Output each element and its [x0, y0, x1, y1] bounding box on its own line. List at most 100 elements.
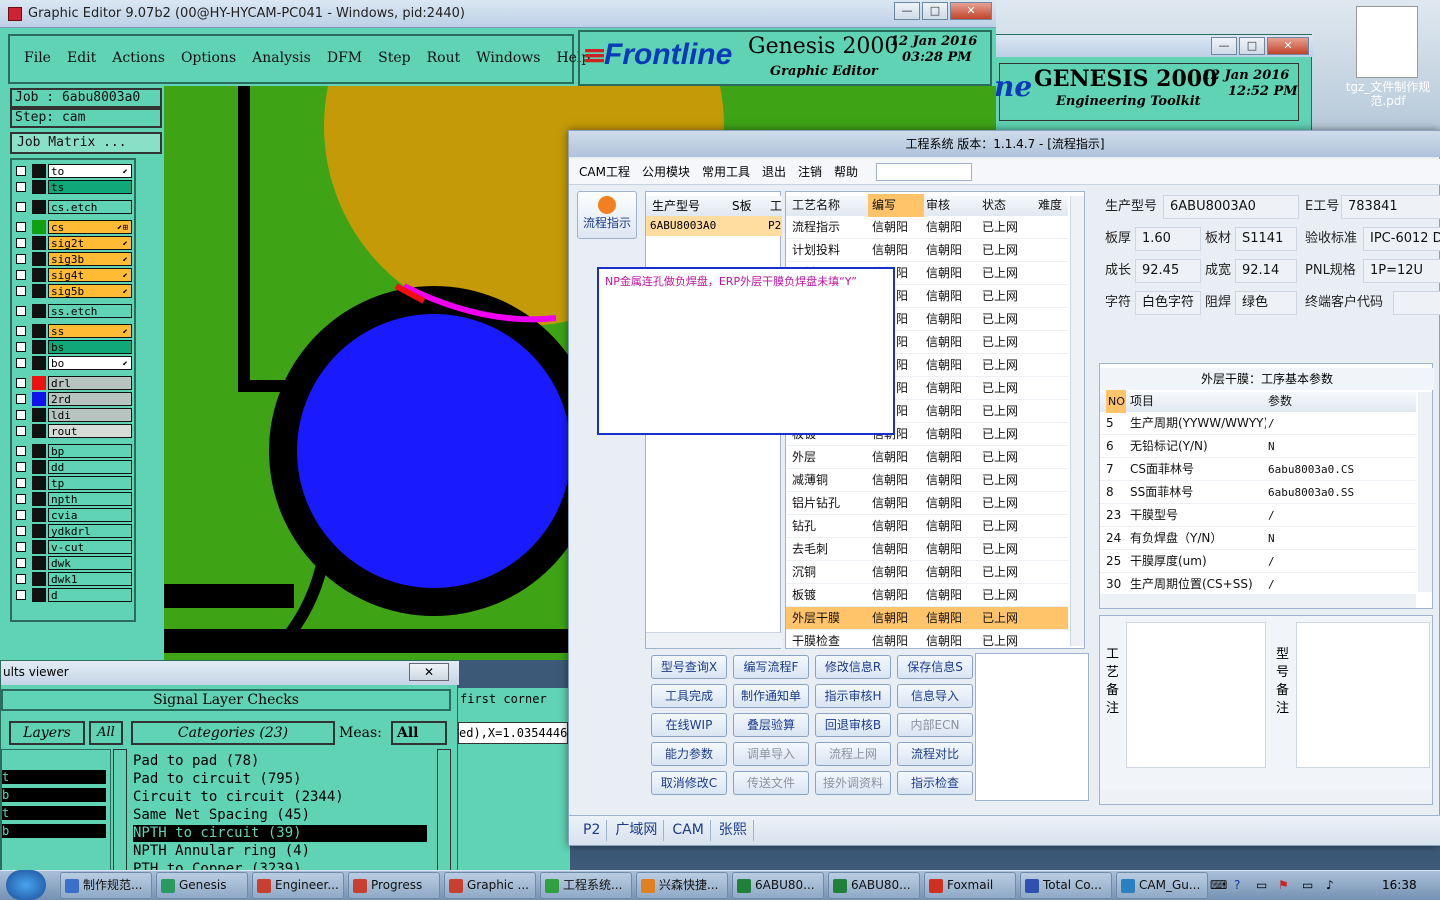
- layer-checkbox[interactable]: [16, 590, 26, 600]
- taskbar-button[interactable]: Genesis: [156, 872, 248, 899]
- cam-menu-item[interactable]: 常用工具: [702, 163, 750, 180]
- info-field[interactable]: 1.60: [1135, 227, 1201, 251]
- category-item[interactable]: Same Net Spacing (45): [133, 807, 427, 824]
- table-header-cell[interactable]: 工艺名称: [792, 194, 844, 217]
- table-row[interactable]: 减薄铜 信朝阳 信朝阳 已上网: [786, 469, 1068, 492]
- layer-checkbox[interactable]: [16, 254, 26, 264]
- taskbar-button[interactable]: 工程系统...: [540, 872, 632, 899]
- param-row[interactable]: 6 无铅标记(Y/N) N: [1100, 435, 1416, 458]
- info-field[interactable]: 6ABU8003A0: [1163, 195, 1299, 219]
- taskbar-button[interactable]: 6ABU80...: [828, 872, 920, 899]
- action-button[interactable]: 取消修改C: [651, 771, 727, 795]
- action-button[interactable]: 型号查询X: [651, 655, 727, 679]
- table-row[interactable]: 计划投料 信朝阳 信朝阳 已上网: [786, 239, 1068, 262]
- layer-row[interactable]: sig3b ⬋: [14, 252, 132, 266]
- table-header-cell[interactable]: 编写: [868, 194, 924, 217]
- action-button[interactable]: 修改信息R: [815, 655, 891, 679]
- layer-row[interactable]: to ⬋: [14, 164, 132, 178]
- action-button[interactable]: 调单导入: [733, 742, 809, 766]
- table-row[interactable]: 板镀 信朝阳 信朝阳 已上网: [786, 584, 1068, 607]
- layer-checkbox[interactable]: [16, 526, 26, 536]
- action-button[interactable]: 传送文件: [733, 771, 809, 795]
- table-row[interactable]: 铝片钻孔 信朝阳 信朝阳 已上网: [786, 492, 1068, 515]
- pdf-file-icon[interactable]: [1356, 6, 1418, 78]
- notes-box[interactable]: [975, 653, 1089, 801]
- taskbar-button[interactable]: 制作规范...: [60, 872, 152, 899]
- menu-analysis[interactable]: Analysis: [244, 50, 319, 66]
- action-button[interactable]: 叠层验算: [733, 713, 809, 737]
- taskbar-button[interactable]: Total Co...: [1020, 872, 1112, 899]
- cam-menu-item[interactable]: 帮助: [834, 163, 858, 180]
- layer-checkbox[interactable]: [16, 306, 26, 316]
- layer-checkbox[interactable]: [16, 494, 26, 504]
- layer-checkbox[interactable]: [16, 222, 26, 232]
- rv-category-scrollbar[interactable]: [437, 749, 451, 873]
- list-header-cell[interactable]: 生产型号: [652, 196, 700, 216]
- taskbar-button[interactable]: 6ABU80...: [732, 872, 824, 899]
- table-row[interactable]: 外层干膜 信朝阳 信朝阳 已上网: [786, 607, 1068, 630]
- layer-row[interactable]: ss ⬋: [14, 324, 132, 338]
- info-field[interactable]: 783841: [1341, 195, 1440, 219]
- table-row[interactable]: 外层 信朝阳 信朝阳 已上网: [786, 446, 1068, 469]
- close-button[interactable]: ✕: [950, 2, 992, 20]
- layer-checkbox[interactable]: [16, 270, 26, 280]
- taskbar-button[interactable]: Progress: [348, 872, 440, 899]
- maximize-button[interactable]: □: [1239, 37, 1265, 55]
- process-table-scrollbar[interactable]: [1070, 196, 1084, 646]
- cam-menu-item[interactable]: 注销: [798, 163, 822, 180]
- action-button[interactable]: 保存信息S: [897, 655, 973, 679]
- rv-layer-item[interactable]: t: [2, 770, 106, 784]
- layer-checkbox[interactable]: [16, 394, 26, 404]
- info-field[interactable]: [1393, 291, 1440, 315]
- remarks-hscroll[interactable]: [1100, 790, 1432, 804]
- maximize-button[interactable]: □: [922, 2, 948, 20]
- flow-indicator-button[interactable]: 流程指示: [577, 191, 637, 239]
- info-field[interactable]: 1P=12U: [1363, 259, 1440, 283]
- layer-row[interactable]: dwk: [14, 556, 132, 570]
- layer-row[interactable]: 2rd: [14, 392, 132, 406]
- category-item[interactable]: NPTH to circuit (39): [133, 825, 427, 842]
- info-field[interactable]: IPC-6012 D: [1363, 227, 1440, 251]
- layer-row[interactable]: bp: [14, 444, 132, 458]
- info-field[interactable]: 绿色: [1235, 291, 1297, 315]
- meas-select[interactable]: All: [391, 721, 447, 745]
- action-button[interactable]: 接外调资料: [815, 771, 891, 795]
- menu-step[interactable]: Step: [370, 50, 418, 66]
- action-button[interactable]: 编写流程F: [733, 655, 809, 679]
- keyboard-icon[interactable]: ⌨: [1210, 872, 1227, 899]
- layer-row[interactable]: dwk1: [14, 572, 132, 586]
- action-button[interactable]: 在线WIP: [651, 713, 727, 737]
- cam-menu-item[interactable]: 公用模块: [642, 163, 690, 180]
- layer-row[interactable]: sig5b ⬋: [14, 284, 132, 298]
- layer-row[interactable]: drl: [14, 376, 132, 390]
- cam-menu-combo[interactable]: [876, 162, 973, 181]
- clock[interactable]: 16:38: [1382, 872, 1417, 899]
- layer-row[interactable]: ss.etch: [14, 304, 132, 318]
- category-item[interactable]: NPTH Annular ring (4): [133, 843, 427, 860]
- action-button[interactable]: 流程对比: [897, 742, 973, 766]
- menu-dfm[interactable]: DFM: [319, 50, 370, 66]
- table-row[interactable]: 去毛刺 信朝阳 信朝阳 已上网: [786, 538, 1068, 561]
- layer-checkbox[interactable]: [16, 426, 26, 436]
- cam-menu-item[interactable]: CAM工程: [579, 163, 630, 180]
- param-row[interactable]: 7 CS面菲林号 6abu8003a0.CS: [1100, 458, 1416, 481]
- taskbar-button[interactable]: 兴森快捷...: [636, 872, 728, 899]
- action-button[interactable]: 工具完成: [651, 684, 727, 708]
- action-button[interactable]: 能力参数: [651, 742, 727, 766]
- layer-row[interactable]: sig4t ⬋: [14, 268, 132, 282]
- param-row[interactable]: 23 干膜型号 /: [1100, 504, 1416, 527]
- minimize-button[interactable]: —: [1211, 37, 1237, 55]
- layer-checkbox[interactable]: [16, 510, 26, 520]
- layer-checkbox[interactable]: [16, 378, 26, 388]
- info-field[interactable]: S1141: [1235, 227, 1297, 251]
- param-row[interactable]: 30 生产周期位置(CS+SS) /: [1100, 573, 1416, 594]
- menu-actions[interactable]: Actions: [104, 50, 173, 66]
- model-remark-field[interactable]: [1296, 622, 1430, 768]
- layer-checkbox[interactable]: [16, 182, 26, 192]
- minimize-button[interactable]: —: [894, 2, 920, 20]
- cam-menu-item[interactable]: 退出: [762, 163, 786, 180]
- category-item[interactable]: Pad to pad (78): [133, 753, 427, 770]
- taskbar-button[interactable]: CAM_Gu...: [1116, 872, 1208, 899]
- category-item[interactable]: Circuit to circuit (2344): [133, 789, 427, 806]
- layer-checkbox[interactable]: [16, 410, 26, 420]
